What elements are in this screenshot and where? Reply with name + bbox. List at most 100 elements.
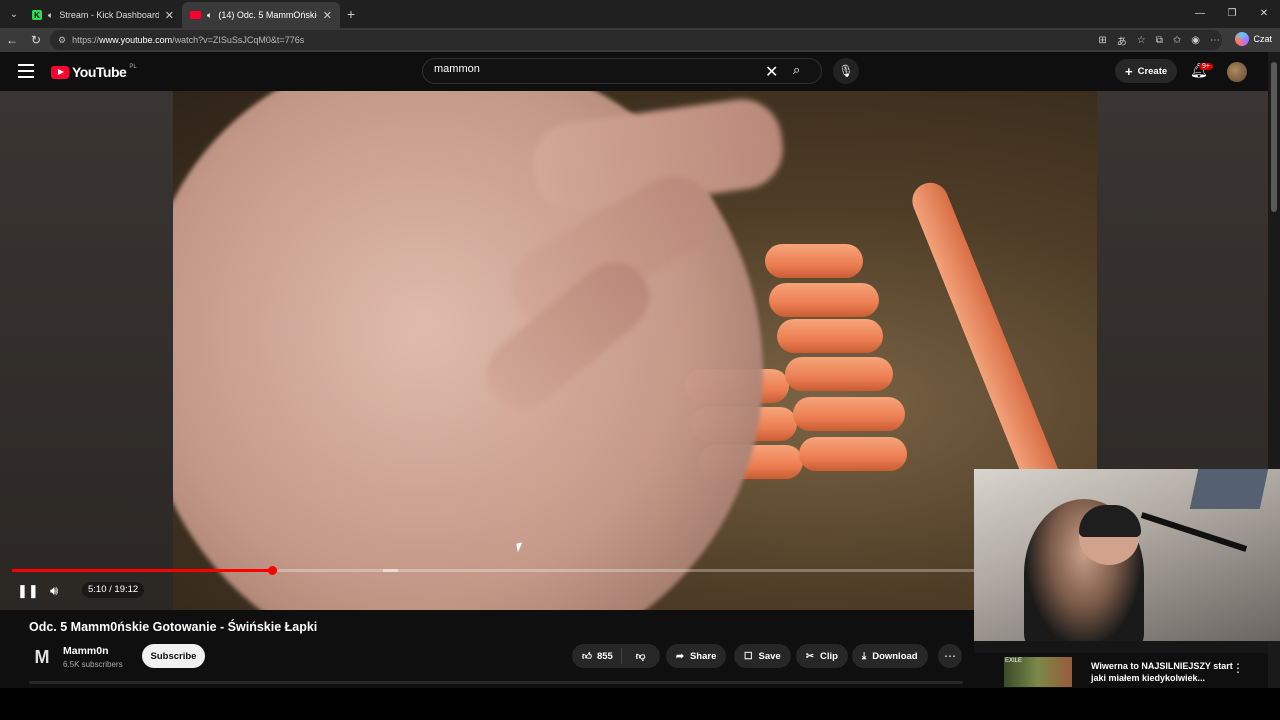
pause-icon[interactable]: ❚❚	[17, 583, 39, 599]
speaker-icon: 🔈︎	[48, 9, 54, 20]
share-button[interactable]: ➦ Share	[666, 644, 727, 668]
refresh-icon[interactable]: ↻	[24, 33, 48, 47]
close-tab-icon[interactable]: ✕	[165, 9, 174, 22]
video-frame[interactable]	[173, 91, 1097, 610]
like-button[interactable]: 👍︎ 855	[572, 648, 622, 664]
menu-dots-icon[interactable]: ⋯	[1210, 35, 1220, 46]
sausage	[765, 244, 863, 278]
sausage	[769, 283, 879, 317]
copilot-label: Czat	[1253, 34, 1272, 44]
translate-icon[interactable]: あ	[1117, 33, 1127, 48]
thumbs-up-icon: 👍︎	[582, 651, 592, 662]
progress-bar[interactable]	[12, 566, 974, 575]
recommended-video-title[interactable]: Wiwerna to NAJSILNIEJSZY start jaki miał…	[1091, 660, 1233, 684]
subscribe-button[interactable]: Subscribe	[142, 644, 205, 668]
speaker-icon[interactable]: 🔈︎	[207, 10, 212, 21]
more-actions-icon[interactable]: ⋯	[938, 644, 962, 668]
close-tab-icon[interactable]: ✕	[323, 9, 332, 22]
download-icon: ⤓	[862, 650, 867, 662]
thumbs-down-icon: 👎︎	[635, 651, 646, 662]
description-box-edge	[29, 681, 963, 684]
app-install-icon[interactable]: ⊞	[1098, 35, 1106, 46]
more-options-icon[interactable]: ⋮	[1232, 661, 1244, 675]
mouse-cursor	[516, 542, 524, 553]
profile-icon[interactable]: ◉	[1191, 35, 1200, 46]
like-count: 855	[596, 650, 613, 662]
sausage	[799, 437, 907, 471]
share-label: Share	[689, 650, 717, 662]
download-button[interactable]: ⤓ Download	[852, 644, 928, 668]
taskbar-area	[0, 688, 1280, 720]
recommendation-strip	[974, 641, 1268, 653]
youtube-logo[interactable]: YouTube PL	[51, 64, 137, 80]
microphone-arm	[1140, 512, 1248, 552]
bookmark-icon: ☐	[744, 650, 753, 662]
share-icon: ➦	[676, 650, 684, 662]
video-thumbnail[interactable]: EXILE	[1004, 657, 1072, 687]
notification-badge: 9+	[1199, 63, 1213, 70]
avatar[interactable]	[1227, 62, 1247, 82]
save-button[interactable]: ☐ Save	[734, 644, 791, 668]
scrubber-handle[interactable]	[267, 566, 277, 575]
played-bar	[12, 569, 272, 572]
sausage	[785, 357, 893, 391]
window-controls: — ❐ ✕	[1184, 0, 1280, 28]
search-icon[interactable]: ⌕	[793, 62, 800, 78]
restore-icon[interactable]: ❐	[1216, 0, 1248, 28]
video-metadata: Odc. 5 Mamm0ńskie Gotowanie - Świńskie Ł…	[0, 610, 974, 688]
back-icon[interactable]: ←	[0, 33, 24, 47]
plus-icon: +	[1125, 63, 1133, 79]
dislike-button[interactable]: 👎︎	[628, 650, 654, 662]
like-dislike-group: 👍︎ 855 👎︎	[572, 644, 660, 668]
video-title: Odc. 5 Mamm0ńskie Gotowanie - Świńskie Ł…	[29, 620, 318, 634]
webcam-window	[1189, 469, 1269, 509]
channel-name[interactable]: Mamm0n	[63, 645, 109, 657]
recommended-video[interactable]: EXILE Wiwerna to NAJSILNIEJSZY start jak…	[974, 641, 1268, 688]
player-ambient-left	[0, 91, 173, 610]
time-display: 5:10 / 19:12	[82, 582, 145, 598]
create-button[interactable]: + Create	[1115, 59, 1178, 83]
tab-list-button[interactable]: ⌄	[4, 4, 24, 24]
streamer-cap	[1079, 505, 1141, 537]
url-field[interactable]: ⚙ https://www.youtube.com/watch?v=ZISuSs…	[50, 30, 1222, 50]
voice-search-icon[interactable]: 🎙︎	[833, 58, 859, 84]
webcam-overlay	[974, 469, 1280, 641]
youtube-logo-text: YouTube	[72, 64, 127, 80]
extensions-icon[interactable]: ⧉	[1156, 35, 1163, 46]
site-info-icon[interactable]: ⚙	[58, 35, 66, 46]
buffered-bar	[383, 569, 398, 572]
volume-icon[interactable]: 🔊︎	[50, 583, 58, 599]
url-text: https://www.youtube.com/watch?v=ZISuSsJC…	[72, 35, 305, 45]
sausage	[793, 397, 905, 431]
country-code: PL	[129, 64, 137, 70]
thumbnail-text: EXILE	[1005, 658, 1023, 664]
tab-title: Stream - Kick Dashboard	[59, 10, 159, 20]
clip-label: Clip	[819, 650, 838, 662]
tab-title: (14) Odc. 5 MammOńskie Got	[218, 10, 317, 20]
search-input[interactable]	[434, 63, 754, 75]
tab-kick-dashboard[interactable]: K 🔈︎ Stream - Kick Dashboard ✕	[24, 2, 182, 28]
scrollbar-thumb[interactable]	[1271, 62, 1277, 212]
menu-icon[interactable]	[18, 64, 34, 82]
tab-youtube-video[interactable]: 🔈︎ (14) Odc. 5 MammOńskie Got ✕	[182, 2, 340, 28]
minimize-icon[interactable]: —	[1184, 0, 1216, 28]
download-label: Download	[872, 650, 918, 662]
sausage	[777, 319, 883, 353]
create-label: Create	[1137, 65, 1168, 77]
kick-icon: K	[32, 10, 42, 20]
subscriber-count: 6.5K subscribers	[63, 660, 123, 669]
browser-tab-bar: ⌄ K 🔈︎ Stream - Kick Dashboard ✕ 🔈︎ (14)…	[0, 0, 1280, 28]
youtube-header: YouTube PL ✕ ⌕ 🎙︎ + Create 🔔︎	[0, 52, 1268, 90]
favorites-icon[interactable]: ✩	[1173, 35, 1181, 46]
channel-avatar[interactable]: M	[31, 646, 53, 668]
new-tab-button[interactable]: +	[340, 6, 362, 22]
clear-search-icon[interactable]: ✕	[765, 62, 778, 82]
address-bar-row: ← ↻ ⚙ https://www.youtube.com/watch?v=ZI…	[0, 28, 1280, 52]
clip-button[interactable]: ✂ Clip	[796, 644, 848, 668]
favorite-star-icon[interactable]: ☆	[1137, 35, 1146, 46]
youtube-icon	[190, 11, 201, 19]
copilot-button[interactable]: Czat	[1235, 32, 1272, 46]
close-window-icon[interactable]: ✕	[1248, 0, 1280, 28]
save-label: Save	[758, 650, 781, 662]
copilot-icon	[1235, 32, 1250, 46]
